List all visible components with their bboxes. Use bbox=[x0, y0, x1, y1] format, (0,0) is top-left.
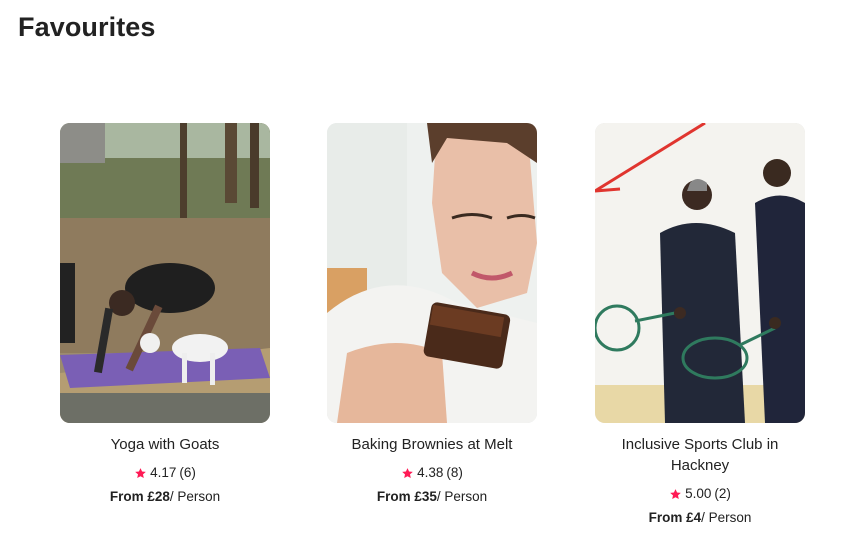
rating-value: 4.17 bbox=[150, 465, 177, 480]
star-icon bbox=[134, 467, 147, 480]
experience-rating: 4.38 (8) bbox=[327, 464, 537, 482]
price-amount: From £28 bbox=[109, 489, 170, 504]
experience-image[interactable] bbox=[595, 123, 805, 423]
experience-rating: 4.17 (6) bbox=[60, 464, 270, 482]
experience-price: From £4/ Person bbox=[595, 509, 805, 527]
experience-price: From £28/ Person bbox=[60, 488, 270, 506]
experience-rating: 5.00 (2) bbox=[595, 485, 805, 503]
experience-card[interactable]: Yoga with Goats 4.17 (6) From £28/ Person bbox=[60, 123, 270, 506]
star-icon bbox=[669, 488, 682, 501]
experience-title[interactable]: Yoga with Goats bbox=[60, 434, 270, 455]
experience-card[interactable]: Baking Brownies at Melt 4.38 (8) From £35… bbox=[327, 123, 537, 506]
price-unit: / Person bbox=[169, 489, 221, 504]
favourites-page: Favourites Yoga with Goats 4.17 (6) From… bbox=[0, 0, 858, 558]
experience-title[interactable]: Inclusive Sports Club in Hackney bbox=[595, 434, 805, 476]
price-amount: From £35 bbox=[376, 489, 437, 504]
experience-image[interactable] bbox=[327, 123, 537, 423]
experience-title[interactable]: Baking Brownies at Melt bbox=[327, 434, 537, 455]
rating-value: 5.00 bbox=[685, 486, 712, 501]
price-unit: / Person bbox=[436, 489, 488, 504]
price-amount: From £4 bbox=[648, 510, 702, 525]
experience-image[interactable] bbox=[60, 123, 270, 423]
rating-value: 4.38 bbox=[417, 465, 444, 480]
review-count: (6) bbox=[179, 465, 196, 480]
experience-price: From £35/ Person bbox=[327, 488, 537, 506]
review-count: (2) bbox=[714, 486, 731, 501]
page-title: Favourites bbox=[18, 12, 156, 42]
price-unit: / Person bbox=[701, 510, 752, 525]
review-count: (8) bbox=[446, 465, 463, 480]
experience-card[interactable]: Inclusive Sports Club in Hackney 5.00 (2)… bbox=[595, 123, 805, 527]
star-icon bbox=[401, 467, 414, 480]
